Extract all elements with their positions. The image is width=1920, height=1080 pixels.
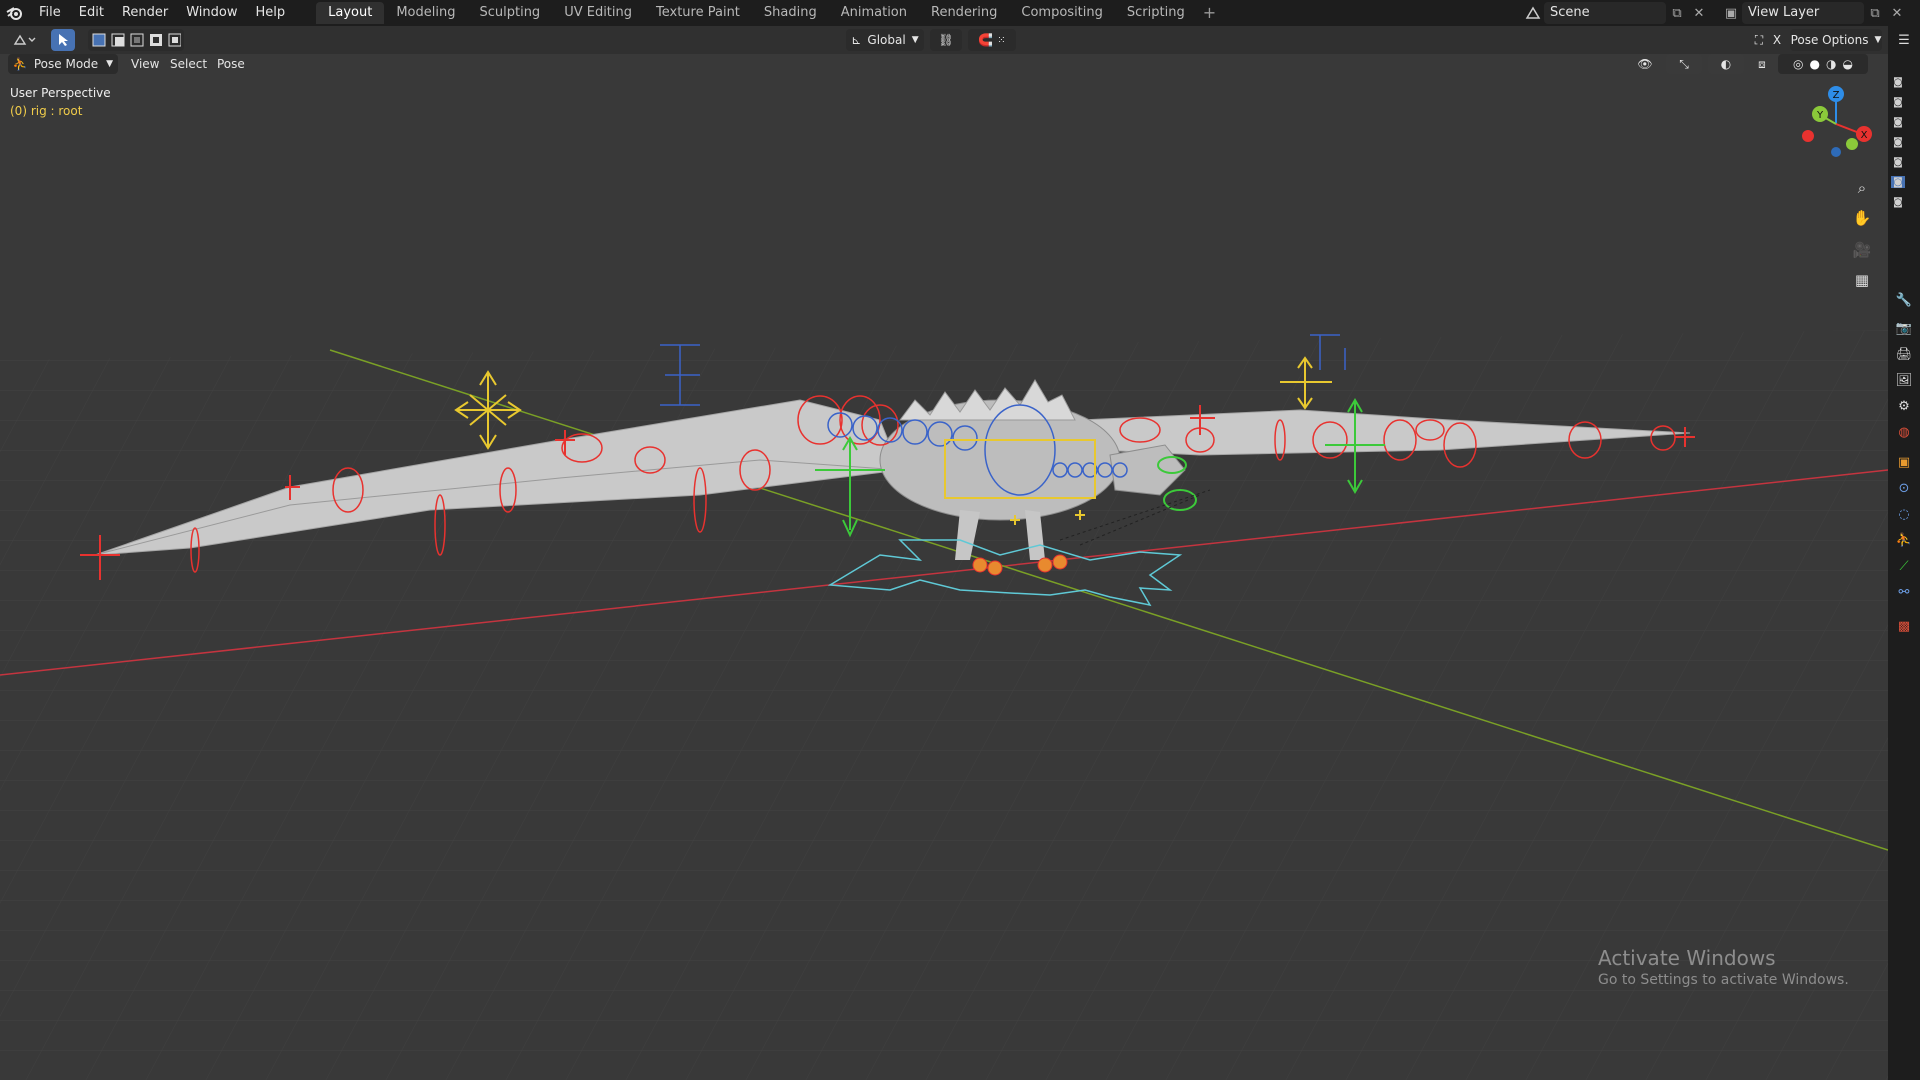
- collection-camera-icon-3[interactable]: ◙: [1891, 116, 1905, 128]
- orthographic-toggle-icon[interactable]: ▦: [1848, 266, 1876, 294]
- snap-grid-icon: ⁙: [997, 34, 1006, 46]
- modifier-properties-icon[interactable]: ⊙: [1894, 478, 1914, 498]
- mode-dropdown[interactable]: ⛹ Pose Mode ▼: [8, 54, 118, 74]
- orientation-icon: ⊾: [851, 33, 862, 47]
- view-layer-field[interactable]: View Layer: [1742, 2, 1864, 24]
- 3d-viewport[interactable]: User Perspective (0) rig : root Z X Y ⌕ …: [0, 54, 1888, 1080]
- transform-orientation-dropdown[interactable]: ⊾ Global ▼: [846, 29, 924, 51]
- scene-selector: Scene ⧉ ✕: [1522, 2, 1710, 24]
- tab-sculpting[interactable]: Sculpting: [467, 2, 552, 24]
- new-view-layer-icon[interactable]: ⧉: [1864, 2, 1886, 24]
- tab-animation[interactable]: Animation: [829, 2, 919, 24]
- menu-render[interactable]: Render: [113, 0, 177, 26]
- snap-toggle[interactable]: 🧲 ⁙: [968, 29, 1016, 51]
- scene-icon[interactable]: [1522, 2, 1544, 24]
- output-properties-icon[interactable]: 🖨: [1894, 344, 1914, 364]
- snap-magnet-icon: 🧲: [978, 33, 994, 47]
- chevron-down-icon: ▼: [911, 35, 919, 45]
- gizmo-z-label: Z: [1833, 90, 1840, 101]
- zoom-icon[interactable]: ⌕: [1848, 174, 1876, 202]
- menu-edit[interactable]: Edit: [70, 0, 113, 26]
- tab-shading[interactable]: Shading: [752, 2, 829, 24]
- outliner-toggle-icon[interactable]: ☰: [1894, 30, 1914, 50]
- top-bar: File Edit Render Window Help Layout Mode…: [0, 0, 1920, 26]
- solid-shading-icon[interactable]: ●: [1810, 57, 1820, 71]
- activate-windows-subtitle: Go to Settings to activate Windows.: [1598, 972, 1849, 988]
- render-properties-icon[interactable]: 📷: [1894, 318, 1914, 338]
- camera-view-icon[interactable]: 🎥: [1848, 236, 1876, 264]
- tab-layout[interactable]: Layout: [316, 2, 385, 24]
- selection-mode-icons[interactable]: [88, 29, 184, 51]
- viewport-header: ⛹ Pose Mode ▼ View Select Pose 👁 ⤡ ◐ ⧈ ◎…: [0, 54, 1888, 74]
- object-properties-icon[interactable]: ▣: [1894, 452, 1914, 472]
- tool-properties-icon[interactable]: 🔧: [1894, 290, 1914, 310]
- menu-file[interactable]: File: [30, 0, 70, 26]
- rendered-shading-icon[interactable]: ◒: [1842, 57, 1852, 71]
- collection-camera-icon-4[interactable]: ◙: [1891, 136, 1905, 148]
- tab-texture-paint[interactable]: Texture Paint: [644, 2, 752, 24]
- collection-camera-icon-5[interactable]: ◙: [1891, 156, 1905, 168]
- gizmo-x-label: X: [1861, 130, 1868, 141]
- collection-camera-icon-6[interactable]: ◙: [1891, 176, 1905, 188]
- chevron-down-icon: ▼: [106, 59, 114, 69]
- scene-properties-icon[interactable]: ⚙: [1894, 396, 1914, 416]
- tab-modeling[interactable]: Modeling: [384, 2, 467, 24]
- pan-hand-icon[interactable]: ✋: [1848, 204, 1876, 232]
- tab-uv-editing[interactable]: UV Editing: [552, 2, 644, 24]
- gizmo-y-label: Y: [1816, 110, 1824, 121]
- wireframe-shading-icon[interactable]: ◎: [1793, 57, 1803, 71]
- texture-properties-icon[interactable]: ▩: [1894, 616, 1914, 636]
- menu-help[interactable]: Help: [247, 0, 295, 26]
- visibility-eye-icon[interactable]: 👁: [1630, 54, 1660, 74]
- viewport-tool-header: ⊾ Global ▼ ⛓ 🧲 ⁙ ⛶ X Pose Options ▼: [0, 26, 1888, 54]
- activate-windows-title: Activate Windows: [1598, 946, 1776, 970]
- collection-camera-icon-2[interactable]: ◙: [1891, 96, 1905, 108]
- tab-rendering[interactable]: Rendering: [919, 2, 1009, 24]
- bone-properties-icon[interactable]: ⟋: [1894, 556, 1914, 576]
- physics-properties-icon[interactable]: ◌: [1894, 504, 1914, 524]
- xray-toggle-icon[interactable]: ⧈: [1752, 54, 1772, 74]
- bone-constraint-icon[interactable]: ⚯: [1894, 582, 1914, 602]
- pivot-point-dropdown[interactable]: ⛓: [930, 29, 962, 51]
- mode-label: Pose Mode: [33, 57, 99, 71]
- navigation-gizmo[interactable]: Z X Y: [1790, 84, 1880, 164]
- viewport-perspective-label: User Perspective: [10, 86, 111, 100]
- tab-scripting[interactable]: Scripting: [1115, 2, 1197, 24]
- mirror-x-label[interactable]: X: [1770, 29, 1784, 51]
- shading-mode-group[interactable]: ◎ ● ◑ ◒: [1778, 54, 1868, 74]
- view-layer-properties-icon[interactable]: 🖼: [1894, 370, 1914, 390]
- chevron-down-icon: ▼: [1874, 35, 1882, 45]
- collection-camera-icon-7[interactable]: ◙: [1891, 196, 1905, 208]
- mirror-x-icon[interactable]: ⛶: [1748, 29, 1770, 51]
- blender-logo-icon[interactable]: [0, 0, 30, 26]
- delete-scene-icon[interactable]: ✕: [1688, 2, 1710, 24]
- view-layer-selector: ▣ View Layer ⧉ ✕: [1720, 2, 1908, 24]
- material-shading-icon[interactable]: ◑: [1826, 57, 1836, 71]
- view-menu[interactable]: View: [131, 54, 159, 74]
- active-object-label: (0) rig : root: [10, 104, 83, 118]
- menu-window[interactable]: Window: [177, 0, 246, 26]
- select-tool-icon[interactable]: [51, 29, 75, 51]
- pose-menu[interactable]: Pose: [217, 54, 245, 74]
- new-scene-icon[interactable]: ⧉: [1666, 2, 1688, 24]
- collection-camera-icon-1[interactable]: ◙: [1891, 76, 1905, 88]
- pivot-icon: ⛓: [938, 33, 954, 47]
- armature-data-icon[interactable]: ⛹: [1894, 530, 1914, 550]
- viewport-scene: [0, 330, 1888, 1080]
- world-properties-icon[interactable]: ◍: [1894, 422, 1914, 442]
- orientation-label: Global: [867, 33, 906, 47]
- pose-options-label: Pose Options: [1790, 33, 1869, 47]
- overlay-toggle-icon[interactable]: ◐: [1708, 54, 1744, 74]
- add-workspace-button[interactable]: +: [1197, 2, 1222, 24]
- select-menu[interactable]: Select: [170, 54, 207, 74]
- scene-name-field[interactable]: Scene: [1544, 2, 1666, 24]
- view-layer-icon[interactable]: ▣: [1720, 2, 1742, 24]
- pose-mode-icon: ⛹: [12, 57, 28, 71]
- delete-view-layer-icon[interactable]: ✕: [1886, 2, 1908, 24]
- workspace-tabs: Layout Modeling Sculpting UV Editing Tex…: [316, 2, 1222, 24]
- editor-type-icon[interactable]: [8, 29, 42, 51]
- tab-compositing[interactable]: Compositing: [1009, 2, 1115, 24]
- gizmo-toggle-icon[interactable]: ⤡: [1666, 54, 1702, 74]
- pose-options-dropdown[interactable]: Pose Options ▼: [1790, 29, 1882, 51]
